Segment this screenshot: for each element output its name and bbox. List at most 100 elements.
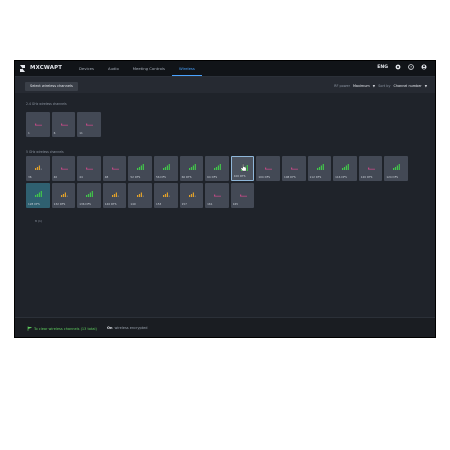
tab-wireless[interactable]: Wireless bbox=[171, 61, 202, 76]
channel-label: 157 bbox=[181, 202, 187, 206]
tab-devices[interactable]: Devices bbox=[72, 61, 101, 76]
channel-tile-60[interactable]: 60 DFS bbox=[179, 156, 204, 181]
channel-tile-44[interactable]: 44 bbox=[77, 156, 101, 181]
channel-label: 124 DFS bbox=[386, 175, 399, 179]
settings-icon[interactable] bbox=[395, 64, 401, 70]
app-window: MXCWAPT Devices Audio Meeting Controls Wire… bbox=[15, 61, 435, 337]
select-wireless-channels-button[interactable]: Select wireless channels bbox=[25, 82, 78, 91]
channel-label: 60 DFS bbox=[181, 175, 192, 179]
signal-strength-icon bbox=[35, 123, 42, 126]
sort-by-label: Sort by bbox=[378, 84, 391, 88]
channel-tile-153[interactable]: 153 bbox=[153, 183, 178, 208]
channel-label: 120 DFS bbox=[360, 175, 373, 179]
footer-status-bar: To clear wireless channels (13 total) On… bbox=[15, 317, 435, 337]
help-icon[interactable]: ? bbox=[408, 64, 414, 70]
channel-label: 44 bbox=[79, 175, 83, 179]
channel-label: 116 DFS bbox=[335, 175, 347, 179]
channel-tile-108[interactable]: 108 DFS bbox=[281, 156, 306, 181]
sort-by-dropdown[interactable]: Sort by Channel number ▼ bbox=[378, 84, 427, 88]
channel-tile-157[interactable]: 157 bbox=[179, 183, 204, 208]
chevron-down-icon: ▼ bbox=[372, 84, 375, 88]
channel-tile-132[interactable]: 132 DFS bbox=[51, 183, 76, 208]
selected-channel-note: 8 (1) bbox=[35, 219, 43, 223]
signal-strength-icon bbox=[60, 167, 68, 170]
channel-grid-5ghz: 36 40 44 48 52 DFS 56 DFS 60 DFS 64 DFS 100 DFS 1… bbox=[26, 156, 428, 208]
channel-tile-128[interactable]: 128 DFS bbox=[26, 183, 50, 208]
channel-tile-140[interactable]: 140 DFS bbox=[102, 183, 127, 208]
channel-tile-124[interactable]: 124 DFS bbox=[384, 156, 408, 181]
encryption-status: On wireless encrypted bbox=[107, 326, 147, 330]
channel-tile-165[interactable]: 165 bbox=[230, 183, 255, 208]
signal-strength-icon bbox=[60, 192, 68, 197]
channel-tile-11[interactable]: 11 bbox=[77, 112, 101, 137]
channel-label: 153 bbox=[155, 202, 162, 206]
channel-tile-48[interactable]: 48 bbox=[102, 156, 127, 181]
signal-strength-icon bbox=[60, 123, 68, 126]
rf-power-label: RF power bbox=[334, 84, 350, 88]
signal-strength-icon bbox=[265, 167, 273, 170]
channel-tile-52[interactable]: 52 DFS bbox=[128, 156, 152, 181]
rf-power-dropdown[interactable]: RF power Maximum ▼ bbox=[334, 84, 375, 88]
svg-text:?: ? bbox=[410, 65, 412, 69]
channel-label: 36 bbox=[28, 175, 32, 179]
chevron-down-icon: ▼ bbox=[424, 84, 427, 88]
signal-strength-icon bbox=[188, 164, 196, 170]
channel-label: 52 DFS bbox=[130, 175, 141, 179]
channel-label: 64 DFS bbox=[207, 175, 218, 179]
channel-label: 1 bbox=[28, 131, 30, 135]
sort-by-value: Channel number bbox=[393, 84, 422, 88]
channel-tile-136[interactable]: 136 DFS bbox=[77, 183, 101, 208]
signal-strength-icon bbox=[393, 164, 401, 170]
channel-tile-56[interactable]: 56 DFS bbox=[153, 156, 178, 181]
channel-tile-120[interactable]: 120 DFS bbox=[358, 156, 383, 181]
channel-tile-116[interactable]: 116 DFS bbox=[333, 156, 357, 181]
signal-strength-icon bbox=[137, 192, 145, 197]
signal-strength-icon bbox=[111, 192, 119, 197]
signal-strength-icon bbox=[35, 165, 42, 170]
signal-strength-icon bbox=[290, 167, 298, 170]
hand-cursor-icon bbox=[240, 163, 247, 172]
section-label-5ghz: 5 GHz wireless channels bbox=[26, 150, 64, 154]
channel-tile-104[interactable]: 104 DFS bbox=[256, 156, 280, 181]
channel-tile-40[interactable]: 40 bbox=[51, 156, 76, 181]
channel-label: 40 bbox=[53, 175, 58, 179]
channel-tile-64[interactable]: 64 DFS bbox=[205, 156, 229, 181]
channel-tile-6[interactable]: 6 bbox=[51, 112, 76, 137]
channel-tile-1[interactable]: 1 bbox=[26, 112, 50, 137]
shure-logo-icon bbox=[20, 65, 25, 72]
wireless-toolbar: Select wireless channels RF power Maximum… bbox=[15, 77, 435, 93]
tab-meeting-controls[interactable]: Meeting Controls bbox=[126, 61, 172, 76]
channel-grid-2-4ghz: 1 6 11 bbox=[26, 112, 106, 137]
channel-tile-100[interactable]: 100 DFS bbox=[230, 156, 255, 181]
signal-strength-icon bbox=[162, 192, 170, 197]
signal-strength-icon bbox=[35, 191, 42, 197]
channel-label: 136 DFS bbox=[79, 202, 91, 206]
language-code[interactable]: ENG bbox=[377, 65, 388, 70]
signal-strength-icon bbox=[137, 164, 145, 170]
rf-power-value: Maximum bbox=[352, 84, 370, 88]
screen-frame: MXCWAPT Devices Audio Meeting Controls Wire… bbox=[14, 60, 436, 338]
channel-label: 165 bbox=[232, 202, 239, 206]
signal-strength-icon bbox=[239, 194, 247, 197]
channel-label: 132 DFS bbox=[53, 202, 66, 206]
channel-label: 112 DFS bbox=[309, 175, 322, 179]
channel-label: 140 DFS bbox=[104, 202, 117, 206]
signal-strength-icon bbox=[188, 192, 196, 197]
clear-channels-link[interactable]: To clear wireless channels (13 total) bbox=[27, 326, 97, 331]
account-icon[interactable] bbox=[421, 64, 427, 70]
channel-label: 108 DFS bbox=[283, 175, 296, 179]
channel-tile-149[interactable]: 149 bbox=[128, 183, 152, 208]
channel-tile-161[interactable]: 161 bbox=[205, 183, 229, 208]
channel-label: 149 bbox=[130, 202, 136, 206]
nav-tabs: Devices Audio Meeting Controls Wireless bbox=[72, 61, 202, 76]
signal-strength-icon bbox=[367, 167, 375, 170]
section-label-2-4ghz: 2.4 GHz wireless channels bbox=[26, 102, 67, 106]
channel-tile-36[interactable]: 36 bbox=[26, 156, 50, 181]
signal-strength-icon bbox=[214, 194, 222, 197]
signal-strength-icon bbox=[111, 167, 119, 170]
signal-strength-icon bbox=[316, 164, 324, 170]
channel-tile-112[interactable]: 112 DFS bbox=[307, 156, 332, 181]
tab-audio[interactable]: Audio bbox=[101, 61, 126, 76]
clear-channels-text: To clear wireless channels (13 total) bbox=[34, 326, 97, 331]
top-right-controls: ENG ? bbox=[377, 64, 427, 70]
